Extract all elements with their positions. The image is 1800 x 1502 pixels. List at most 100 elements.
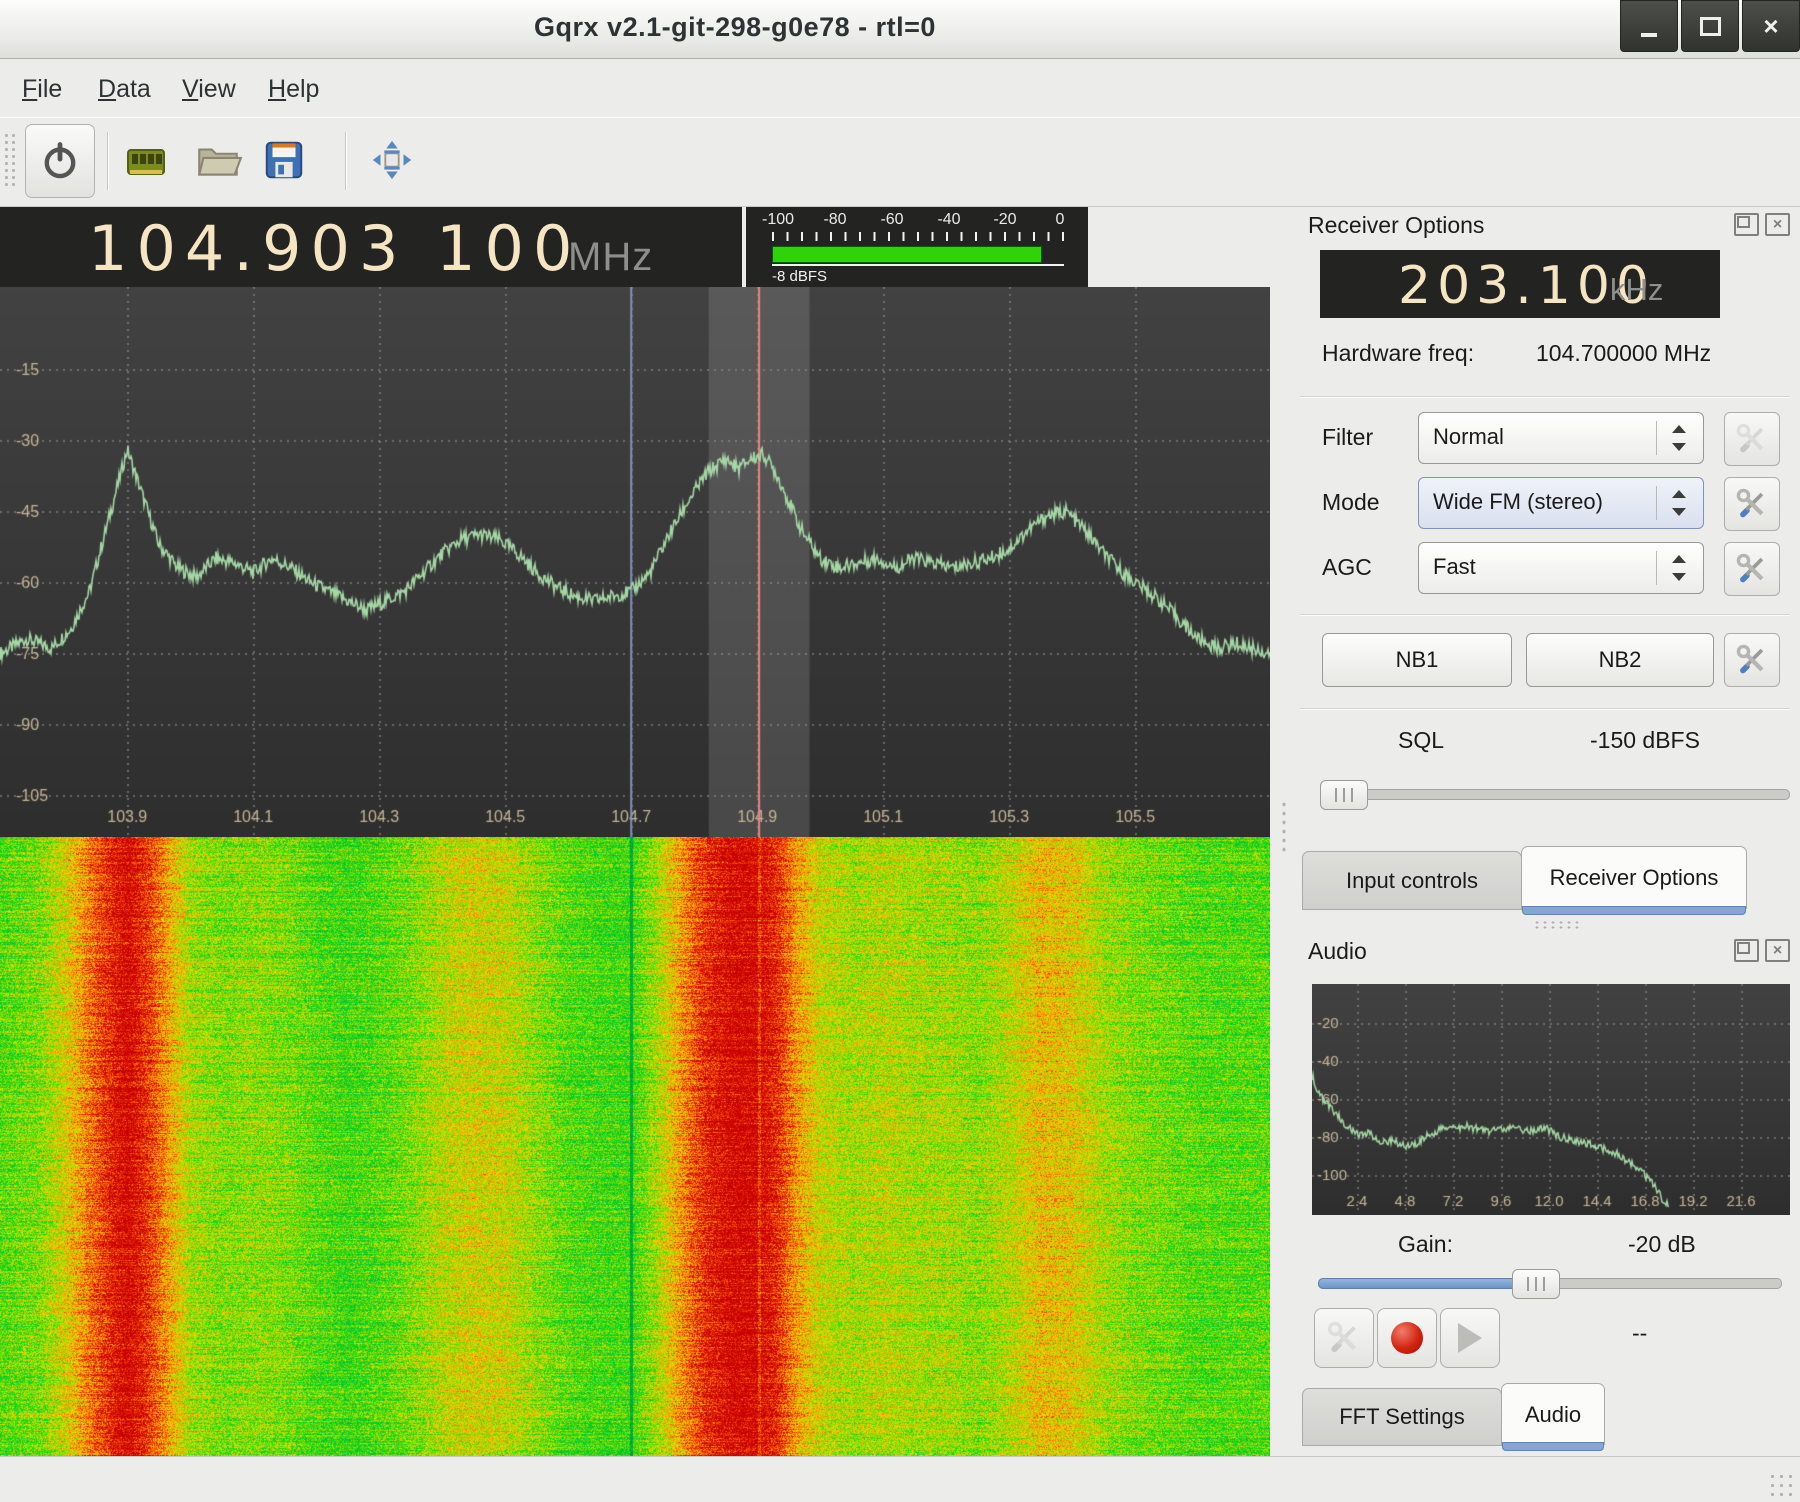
tab-input-controls[interactable]: Input controls — [1302, 851, 1522, 910]
mode-tools-button[interactable] — [1724, 477, 1780, 531]
hardware-freq-label: Hardware freq: — [1322, 340, 1474, 367]
agc-label: AGC — [1322, 554, 1372, 581]
gain-slider-fill — [1318, 1278, 1517, 1289]
frequency-digits[interactable]: 104.903 100 — [88, 212, 581, 285]
audio-play-button[interactable] — [1440, 1308, 1500, 1368]
chevron-updown-icon[interactable] — [1669, 423, 1689, 453]
meter-tick-label: -60 — [880, 211, 903, 229]
tabbar-grip[interactable] — [1533, 920, 1579, 929]
meter-level-value: -8 dBFS — [772, 268, 827, 285]
tab-label: Receiver Options — [1550, 865, 1719, 890]
power-icon — [38, 139, 82, 183]
signal-meter: -100 -80 -60 -40 -20 0 -8 dBFS — [746, 207, 1088, 287]
audio-fft-plot[interactable] — [1312, 984, 1790, 1215]
combo-divider — [1656, 486, 1657, 520]
active-tab-indicator — [1502, 1442, 1604, 1451]
tools-icon — [1735, 552, 1769, 586]
close-panel-button[interactable]: × — [1765, 939, 1790, 962]
close-icon: × — [1773, 943, 1782, 959]
menu-help[interactable]: Help — [262, 71, 325, 108]
sql-slider-track[interactable] — [1322, 789, 1790, 800]
hardware-freq-value: 104.700000 MHz — [1536, 340, 1711, 367]
agc-tools-button[interactable] — [1724, 542, 1780, 596]
nb2-button[interactable]: NB2 — [1526, 633, 1714, 687]
tab-receiver-options[interactable]: Receiver Options — [1521, 846, 1747, 909]
mode-label: Mode — [1322, 489, 1380, 516]
float-icon — [1737, 216, 1750, 228]
toolbar-grip[interactable] — [3, 132, 17, 190]
waterfall-plot[interactable] — [0, 837, 1270, 1456]
toolbar-separator — [107, 132, 109, 190]
io-devices-button[interactable] — [120, 134, 172, 186]
spectrum-plot[interactable] — [0, 287, 1270, 837]
frequency-display[interactable]: 104.903 100 MHz — [0, 207, 742, 287]
move-button[interactable] — [366, 134, 418, 186]
offset-frequency-display[interactable]: 203.100 kHz — [1320, 250, 1720, 318]
sql-slider-handle[interactable] — [1320, 780, 1368, 810]
menu-view[interactable]: View — [176, 71, 242, 108]
gqrx-window: Gqrx v2.1-git-298-g0e78 - rtl=0 × File D… — [0, 0, 1800, 1502]
filter-tools-button[interactable] — [1724, 412, 1780, 466]
window-title: Gqrx v2.1-git-298-g0e78 - rtl=0 — [0, 12, 1470, 43]
float-icon — [1737, 942, 1750, 954]
nb-tools-button[interactable] — [1724, 633, 1780, 687]
open-folder-icon — [193, 135, 243, 185]
mode-combobox[interactable]: Wide FM (stereo) — [1418, 477, 1704, 529]
menu-data[interactable]: Data — [92, 71, 157, 108]
agc-combobox[interactable]: Fast — [1418, 542, 1704, 594]
start-dsp-button[interactable] — [25, 124, 95, 198]
resize-grip[interactable] — [1768, 1472, 1794, 1498]
gain-slider-handle[interactable] — [1512, 1269, 1560, 1299]
filter-combobox[interactable]: Normal — [1418, 412, 1704, 464]
menubar: File Data View Help — [0, 59, 1800, 117]
record-status: -- — [1632, 1320, 1647, 1347]
tools-icon — [1735, 643, 1769, 677]
chevron-updown-icon[interactable] — [1669, 553, 1689, 583]
tab-fft-settings[interactable]: FFT Settings — [1302, 1388, 1502, 1446]
meter-tick-label: 0 — [1056, 211, 1065, 229]
meter-level-bar — [772, 246, 1042, 263]
panel-splitter-handle[interactable] — [1280, 800, 1288, 856]
audio-title: Audio — [1308, 938, 1367, 965]
receiver-options-title: Receiver Options — [1308, 212, 1484, 239]
float-panel-button[interactable] — [1734, 213, 1759, 236]
chevron-updown-icon[interactable] — [1669, 488, 1689, 518]
close-icon: × — [1763, 13, 1778, 39]
sql-value: -150 dBFS — [1590, 727, 1700, 754]
sql-label: SQL — [1398, 727, 1444, 754]
agc-value: Fast — [1433, 554, 1476, 580]
audio-options-button[interactable] — [1314, 1308, 1374, 1368]
maximize-icon — [1700, 17, 1721, 36]
separator — [1300, 708, 1790, 710]
minimize-icon — [1641, 33, 1657, 37]
menu-file[interactable]: File — [16, 71, 68, 108]
tools-icon — [1735, 487, 1769, 521]
open-file-button[interactable] — [192, 134, 244, 186]
tab-audio[interactable]: Audio — [1501, 1383, 1605, 1445]
minimize-button[interactable] — [1620, 0, 1678, 52]
save-file-button[interactable] — [258, 134, 310, 186]
meter-tick-label: -40 — [937, 211, 960, 229]
close-icon: × — [1773, 217, 1782, 233]
window-controls: × — [1617, 0, 1800, 52]
separator — [1300, 396, 1790, 398]
combo-divider — [1656, 421, 1657, 455]
nb1-button[interactable]: NB1 — [1322, 633, 1512, 687]
combo-divider — [1656, 551, 1657, 585]
maximize-button[interactable] — [1681, 0, 1739, 52]
save-icon — [261, 137, 307, 183]
audio-record-button[interactable] — [1377, 1308, 1437, 1368]
meter-tick-label: -20 — [993, 211, 1016, 229]
play-icon — [1458, 1323, 1482, 1353]
toolbar-separator — [345, 132, 347, 190]
offset-unit: kHz — [1610, 272, 1663, 308]
record-icon — [1391, 1322, 1423, 1354]
titlebar[interactable]: Gqrx v2.1-git-298-g0e78 - rtl=0 × — [0, 0, 1800, 59]
active-tab-indicator — [1522, 906, 1746, 915]
separator — [1300, 614, 1790, 616]
meter-tick-marks — [772, 232, 1064, 241]
float-panel-button[interactable] — [1734, 939, 1759, 962]
filter-value: Normal — [1433, 424, 1504, 450]
close-button[interactable]: × — [1742, 0, 1800, 52]
close-panel-button[interactable]: × — [1765, 213, 1790, 236]
